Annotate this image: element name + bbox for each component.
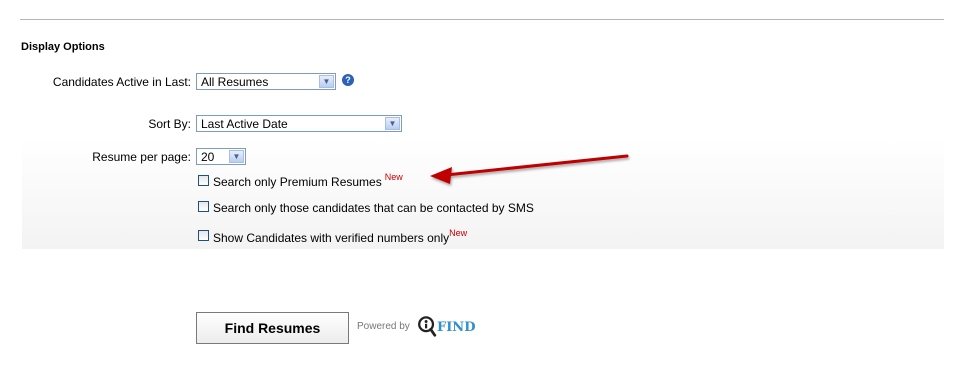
powered-by-text: Powered by — [357, 321, 410, 332]
find-resumes-button[interactable]: Find Resumes — [196, 312, 349, 344]
find-logo-text: FIND — [437, 320, 476, 335]
search-logo-icon — [418, 316, 437, 337]
annotation-arrow — [430, 154, 629, 184]
